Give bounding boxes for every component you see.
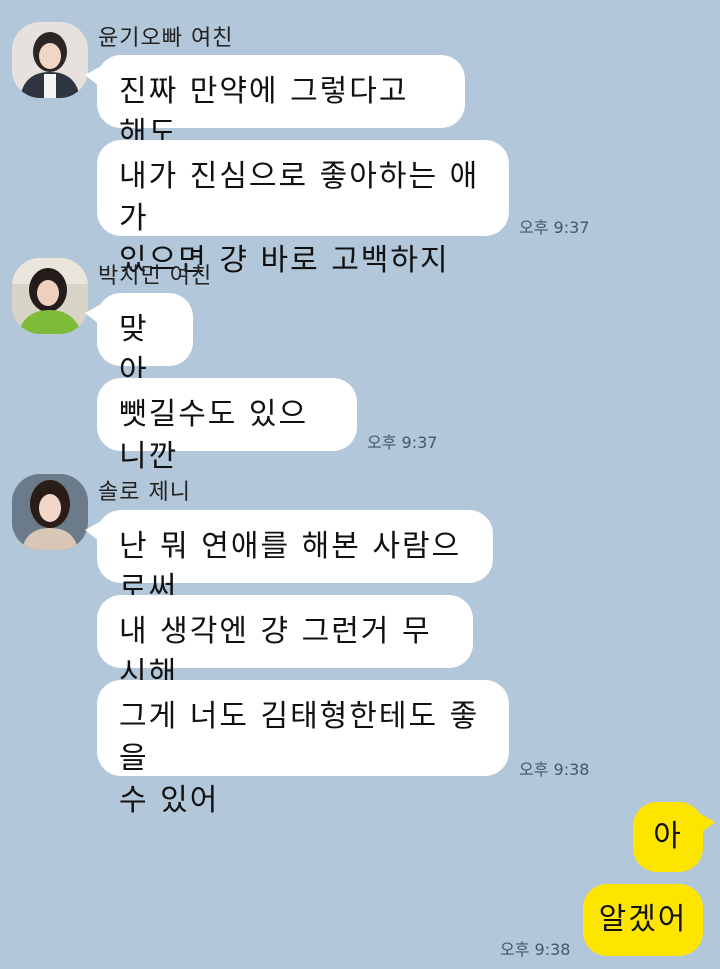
message-bubble[interactable]: 진짜 만약에 그렇다고 해도 <box>85 55 465 151</box>
message-bubble[interactable]: 그게 너도 김태형한테도 좋을 수 있어 <box>97 680 509 818</box>
message-timestamp: 오후 9:38 <box>519 760 590 779</box>
message-timestamp: 오후 9:37 <box>367 433 438 452</box>
message-timestamp: 오후 9:38 <box>500 940 571 959</box>
message-bubble[interactable]: 난 뭐 연애를 해본 사람으로써 <box>85 510 493 606</box>
message-bubble[interactable]: 내가 진심으로 좋아하는 애가 있으면 걍 바로 고백하지 <box>97 140 509 278</box>
sender-name: 솔로 제니 <box>98 480 191 505</box>
my-message-bubble[interactable]: 아 <box>633 802 715 872</box>
message-bubble[interactable]: 내 생각엔 걍 그런거 무시해 <box>97 595 473 691</box>
message-timestamp: 오후 9:37 <box>519 218 590 237</box>
sender-name: 윤기오빠 여친 <box>98 26 234 51</box>
message-bubble[interactable]: 맞아 <box>85 293 193 389</box>
message-bubble[interactable]: 뺏길수도 있으니깐 <box>97 378 357 474</box>
sender-name: 박지민 여친 <box>98 264 213 289</box>
avatar[interactable] <box>12 474 88 550</box>
avatar[interactable] <box>12 258 88 334</box>
my-message-bubble[interactable]: 알겠어 <box>583 884 703 956</box>
profile-photo-icon <box>12 258 88 334</box>
profile-photo-icon <box>12 474 88 550</box>
profile-photo-icon <box>12 22 88 98</box>
avatar[interactable] <box>12 22 88 98</box>
